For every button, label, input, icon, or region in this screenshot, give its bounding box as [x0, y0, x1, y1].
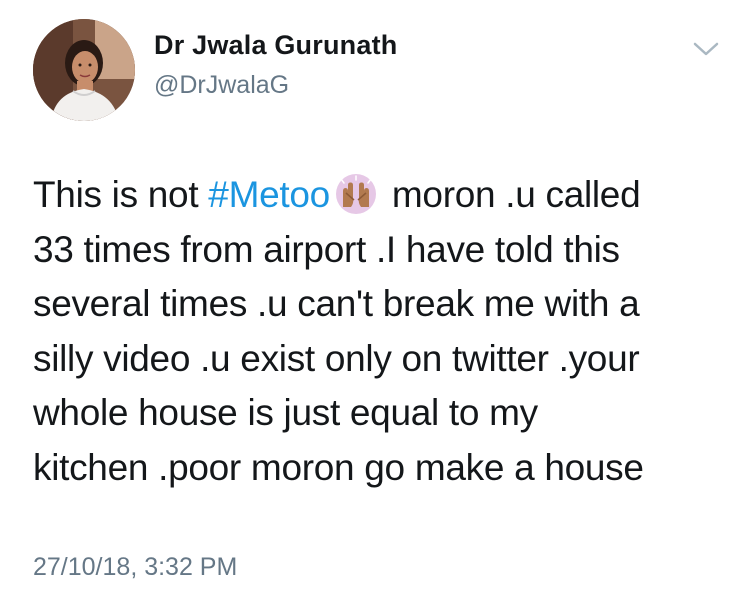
- tweet-line-6: kitchen .poor moron go make a house: [33, 446, 644, 488]
- hashtag-link[interactable]: #Metoo: [208, 174, 330, 215]
- tweet-line-2: 33 times from airport .I have told this: [33, 228, 620, 270]
- tweet-text-segment: moron .u called: [381, 174, 641, 215]
- tweet-card: Dr Jwala Gurunath @DrJwalaG This is not …: [0, 0, 750, 605]
- tweet-line-4: silly video .u exist only on twitter .yo…: [33, 337, 640, 379]
- author-handle[interactable]: @DrJwalaG: [154, 71, 289, 100]
- avatar-image: [33, 19, 135, 121]
- chevron-down-icon[interactable]: [690, 38, 722, 60]
- avatar[interactable]: [33, 19, 135, 121]
- raised-hands-emoji-icon: [333, 173, 379, 215]
- tweet-line-5: whole house is just equal to my: [33, 392, 538, 433]
- tweet-text: This is not #Metoo moron .u called 33 ti…: [33, 168, 723, 495]
- tweet-line-3: several times .u can't break me with a: [33, 283, 640, 324]
- tweet-text-segment: This is not: [33, 174, 209, 215]
- tweet-line-1: This is not #Metoo moron .u called: [33, 168, 723, 223]
- tweet-timestamp[interactable]: 27/10/18, 3:32 PM: [33, 553, 237, 582]
- author-display-name[interactable]: Dr Jwala Gurunath: [154, 30, 397, 61]
